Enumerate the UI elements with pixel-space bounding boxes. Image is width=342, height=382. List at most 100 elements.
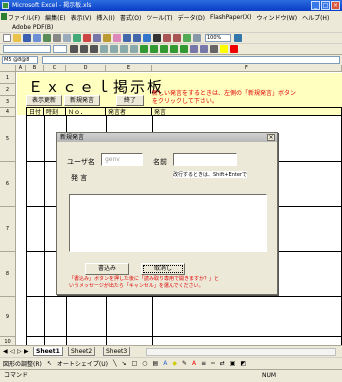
italic-icon[interactable] xyxy=(80,45,88,53)
font-color-icon[interactable] xyxy=(230,45,238,53)
print-preview-icon[interactable] xyxy=(63,34,71,42)
dash-style-icon[interactable]: ┅ xyxy=(211,360,215,367)
row-header-9[interactable]: 9 xyxy=(0,297,16,337)
row-header-4[interactable]: 4 xyxy=(0,108,16,117)
align-left-icon[interactable] xyxy=(100,45,108,53)
redo-icon[interactable] xyxy=(133,34,141,42)
line-style-icon[interactable]: ≡ xyxy=(201,360,206,367)
align-center-icon[interactable] xyxy=(110,45,118,53)
menu-data[interactable]: データ(D) xyxy=(178,13,205,22)
message-textarea[interactable] xyxy=(69,194,267,252)
hyperlink-icon[interactable] xyxy=(143,34,151,42)
row-header-6[interactable]: 6 xyxy=(0,162,16,207)
row-header-2[interactable]: 2 xyxy=(0,84,16,96)
autosum-icon[interactable] xyxy=(153,34,161,42)
refresh-button[interactable]: 表示更新 xyxy=(26,95,62,106)
align-right-icon[interactable] xyxy=(120,45,128,53)
menu-window[interactable]: ウィンドウ(W) xyxy=(256,13,297,22)
row-header-7[interactable]: 7 xyxy=(0,207,16,252)
format-painter-icon[interactable] xyxy=(113,34,121,42)
document-icon[interactable] xyxy=(1,13,7,20)
horizontal-scrollbar[interactable] xyxy=(146,348,336,356)
submit-button[interactable]: 書込み xyxy=(85,263,129,275)
decrease-indent-icon[interactable] xyxy=(190,45,198,53)
arrow-style-icon[interactable]: ⇄ xyxy=(220,360,225,367)
font-select[interactable] xyxy=(3,45,51,53)
arrow-icon[interactable]: ↘ xyxy=(122,360,127,367)
dialog-title-bar[interactable]: 新規発言 × xyxy=(57,133,277,142)
email-icon[interactable] xyxy=(43,34,51,42)
sort-descending-icon[interactable] xyxy=(173,34,181,42)
menu-edit[interactable]: 編集(E) xyxy=(45,13,65,22)
increase-decimal-icon[interactable] xyxy=(170,45,178,53)
column-header-b[interactable]: B xyxy=(26,65,44,72)
decrease-decimal-icon[interactable] xyxy=(180,45,188,53)
menu-file[interactable]: ファイル(F) xyxy=(8,13,40,22)
copy-icon[interactable] xyxy=(93,34,101,42)
close-button[interactable]: × xyxy=(331,1,340,10)
adobe-pdf-menu[interactable]: Adobe PDF(B) xyxy=(12,24,53,31)
row-header-5[interactable]: 5 xyxy=(0,117,16,162)
save-icon[interactable] xyxy=(23,34,31,42)
row-header-10[interactable]: 10 xyxy=(0,337,16,345)
menu-format[interactable]: 書式(O) xyxy=(120,13,141,22)
name-box[interactable]: M5 @8@8 xyxy=(2,56,38,64)
font-color-draw-icon[interactable]: A xyxy=(192,360,196,367)
menu-insert[interactable]: 挿入(I) xyxy=(96,13,114,22)
draw-menu[interactable]: 図形の調整(R) xyxy=(3,359,42,368)
line-color-icon[interactable]: ✎ xyxy=(182,360,187,367)
font-size-select[interactable] xyxy=(53,45,67,53)
textbox-icon[interactable]: ▤ xyxy=(153,360,159,367)
chart-wizard-icon[interactable] xyxy=(183,34,191,42)
sort-ascending-icon[interactable] xyxy=(163,34,171,42)
exit-button[interactable]: 終了 xyxy=(116,95,144,106)
open-icon[interactable] xyxy=(13,34,21,42)
comma-icon[interactable] xyxy=(160,45,168,53)
maximize-button[interactable]: □ xyxy=(321,1,330,10)
column-header-e[interactable]: E xyxy=(106,65,152,72)
wordart-icon[interactable]: A xyxy=(163,360,167,367)
line-icon[interactable]: ╲ xyxy=(113,360,117,367)
menu-flashpaper[interactable]: FlashPaper(X) xyxy=(210,14,252,21)
minimize-button[interactable]: _ xyxy=(311,1,320,10)
fill-color-draw-icon[interactable]: ◆ xyxy=(172,360,177,367)
menu-help[interactable]: ヘルプ(H) xyxy=(302,13,329,22)
cut-icon[interactable] xyxy=(83,34,91,42)
help-icon[interactable] xyxy=(234,34,242,42)
fill-color-icon[interactable] xyxy=(220,45,228,53)
last-sheet-icon[interactable]: ▶ xyxy=(24,348,29,355)
column-header-a[interactable]: A xyxy=(16,65,26,72)
spelling-icon[interactable] xyxy=(73,34,81,42)
select-all-corner[interactable] xyxy=(0,65,16,72)
autoshapes-menu[interactable]: オートシェイプ(U) xyxy=(57,359,108,368)
merge-center-icon[interactable] xyxy=(130,45,138,53)
new-post-button[interactable]: 新規発言 xyxy=(64,95,100,106)
zoom-select[interactable]: 100% xyxy=(205,34,231,42)
user-name-field[interactable]: genv xyxy=(101,153,143,166)
tab-sheet2[interactable]: Sheet2 xyxy=(68,347,96,356)
print-icon[interactable] xyxy=(53,34,61,42)
row-header-3[interactable]: 3 xyxy=(0,96,16,108)
paste-icon[interactable] xyxy=(103,34,111,42)
permission-icon[interactable] xyxy=(33,34,41,42)
name-field[interactable] xyxy=(173,153,237,166)
menu-view[interactable]: 表示(V) xyxy=(71,13,92,22)
menu-tools[interactable]: ツール(T) xyxy=(146,13,172,22)
column-header-d[interactable]: D xyxy=(66,65,106,72)
bold-icon[interactable] xyxy=(70,45,78,53)
column-header-f[interactable]: F xyxy=(152,65,342,72)
drawing-icon[interactable] xyxy=(193,34,201,42)
formula-input[interactable] xyxy=(42,56,340,64)
next-sheet-icon[interactable]: ▷ xyxy=(17,348,22,355)
first-sheet-icon[interactable]: ◀ xyxy=(3,348,8,355)
dialog-close-icon[interactable]: × xyxy=(267,134,275,141)
currency-icon[interactable] xyxy=(140,45,148,53)
column-header-c[interactable]: C xyxy=(44,65,66,72)
row-header-8[interactable]: 8 xyxy=(0,252,16,297)
oval-icon[interactable]: ○ xyxy=(142,360,147,367)
prev-sheet-icon[interactable]: ◁ xyxy=(10,348,15,355)
new-icon[interactable] xyxy=(3,34,11,42)
tab-sheet3[interactable]: Sheet3 xyxy=(103,347,131,356)
row-header-1[interactable]: 1 xyxy=(0,72,16,84)
shadow-icon[interactable]: ▣ xyxy=(230,360,236,367)
